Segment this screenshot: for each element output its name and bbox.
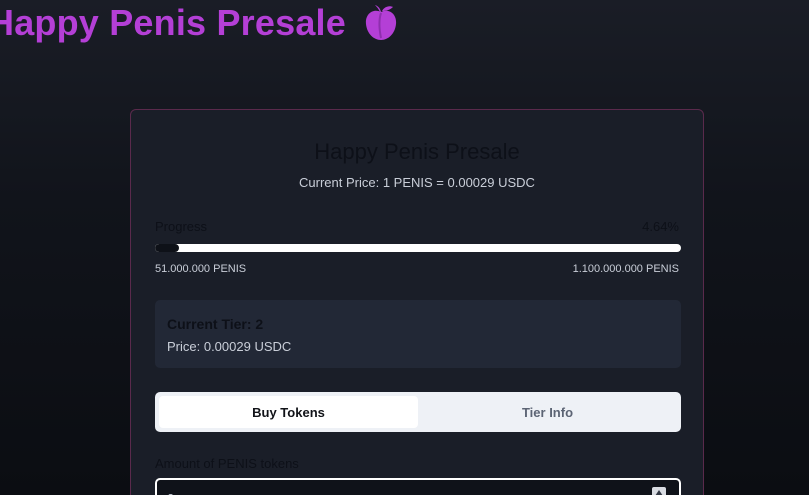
tokens-total: 1.100.000.000 PENIS (572, 263, 679, 275)
progress-bar (155, 244, 681, 252)
card-title: Happy Penis Presale (314, 139, 520, 164)
peach-icon (362, 4, 400, 42)
current-price-text: Current Price: 1 PENIS = 0.00029 USDC (299, 175, 535, 190)
hero-title: Happy Penis Presale (0, 2, 400, 44)
number-stepper-icon[interactable] (652, 487, 666, 495)
tokens-sold: 51.000.000 PENIS (155, 263, 247, 275)
progress-percent: 4.64% (642, 219, 679, 234)
progress-bar-fill (155, 244, 180, 252)
presale-card: Happy Penis Presale Current Price: 1 PEN… (130, 109, 704, 495)
tab-list: Buy Tokens Tier Info (155, 392, 681, 432)
current-tier-price: Price: 0.00029 USDC (167, 339, 292, 354)
tab-tier-info[interactable]: Tier Info (418, 396, 677, 428)
tab-buy-tokens[interactable]: Buy Tokens (159, 396, 418, 428)
amount-label: Amount of PENIS tokens (155, 456, 299, 471)
current-tier-title: Current Tier: 2 (167, 316, 264, 332)
amount-input[interactable] (155, 478, 681, 495)
progress-label: Progress (155, 219, 208, 234)
current-tier-panel: Current Tier: 2 Price: 0.00029 USDC (155, 300, 681, 368)
hero-title-text: Happy Penis Presale (0, 2, 346, 43)
